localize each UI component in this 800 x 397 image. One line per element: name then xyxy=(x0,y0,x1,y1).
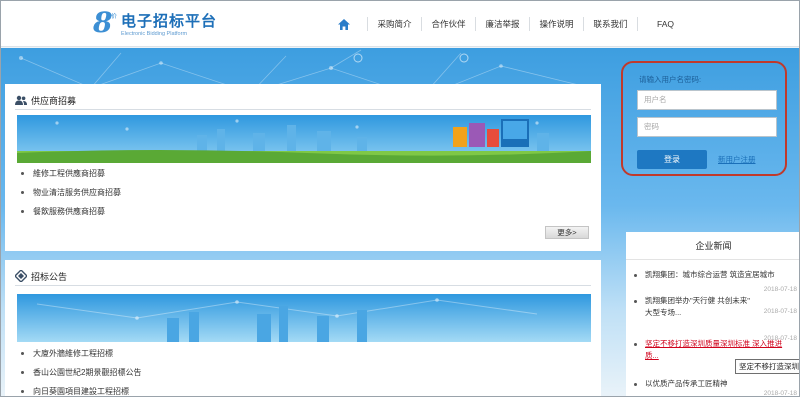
news-date: 2018-07-18 xyxy=(763,335,797,342)
news-date: 2018-07-18 xyxy=(763,308,797,315)
page: 8 价 电子招标平台 Electronic Bidding Platform 采… xyxy=(0,0,800,397)
register-link[interactable]: 新用户注册 xyxy=(718,154,756,165)
site-header: 8 价 电子招标平台 Electronic Bidding Platform 采… xyxy=(1,1,799,47)
logo-title: 电子招标平台 xyxy=(121,12,218,30)
panel-header: 招标公告 xyxy=(14,268,591,286)
list-item[interactable]: 餐飲服務供應商招募 xyxy=(21,202,121,221)
list-item[interactable]: 維修工程供應商招募 xyxy=(21,164,121,183)
list-item[interactable]: 物业清洁服务供应商招募 xyxy=(21,183,121,202)
site-logo[interactable]: 8 价 电子招标平台 Electronic Bidding Platform xyxy=(93,6,218,40)
nav-procurement-intro[interactable]: 采购简介 xyxy=(367,17,421,31)
home-icon[interactable] xyxy=(321,1,367,47)
logo-subtitle: Electronic Bidding Platform xyxy=(121,30,188,37)
nav-partners[interactable]: 合作伙伴 xyxy=(421,17,475,31)
tender-announcement-panel: 招标公告 大廈外牆維修工程招標 香山公園世紀2期景觀招標公告 向日葵園項目建設工… xyxy=(5,260,601,396)
nav-integrity-report[interactable]: 廉洁举报 xyxy=(475,17,529,31)
news-item[interactable]: 以优质产品传承工匠精神 2018-07-18 xyxy=(634,378,799,396)
supplier-recruitment-panel: 供应商招募 維修工程供應商招募 物业清洁服务供应商招募 餐飲服務供應商招募 更多… xyxy=(5,84,601,251)
news-item[interactable]: 凯翔集团举办"天行健 共创未来" 大型专场... 2018-07-18 xyxy=(634,295,799,319)
news-tooltip: 坚定不移打造深圳 xyxy=(735,359,799,374)
people-icon xyxy=(15,95,27,107)
diamond-icon xyxy=(14,268,28,284)
panel-title: 供应商招募 xyxy=(31,96,77,106)
password-input[interactable]: 密码 xyxy=(637,117,777,137)
city-banner xyxy=(17,115,591,163)
login-prompt: 请输入用户名密码: xyxy=(639,75,702,84)
list-item[interactable]: 香山公園世紀2期景觀招標公告 xyxy=(21,363,141,382)
panel-header: 供应商招募 xyxy=(15,92,591,110)
more-button[interactable]: 更多> xyxy=(545,226,589,239)
news-item[interactable]: 凯翔集团：城市综合运营 筑造宜居城市 2018-07-18 xyxy=(634,269,799,293)
nav-contact-us[interactable]: 联系我们 xyxy=(583,17,637,31)
nav-instructions[interactable]: 操作说明 xyxy=(529,17,583,31)
news-date: 2018-07-18 xyxy=(763,390,797,397)
supplier-list: 維修工程供應商招募 物业清洁服务供应商招募 餐飲服務供應商招募 xyxy=(21,164,121,221)
nav-faq[interactable]: FAQ xyxy=(637,17,693,31)
news-title: 企业新闻 xyxy=(626,232,799,260)
logo-mark: 8 价 xyxy=(93,6,118,39)
tender-list: 大廈外牆維修工程招標 香山公園世紀2期景觀招標公告 向日葵園項目建設工程招標 xyxy=(21,344,141,396)
login-box: 请输入用户名密码: 用户名 密码 登录 新用户注册 xyxy=(621,61,787,176)
username-input[interactable]: 用户名 xyxy=(637,90,777,110)
city-banner xyxy=(17,294,591,342)
main-nav: 采购简介 合作伙伴 廉洁举报 操作说明 联系我们 FAQ xyxy=(321,1,693,47)
login-button[interactable]: 登录 xyxy=(637,150,707,169)
list-item[interactable]: 大廈外牆維修工程招標 xyxy=(21,344,141,363)
panel-title: 招标公告 xyxy=(31,272,68,282)
list-item[interactable]: 向日葵園項目建設工程招標 xyxy=(21,382,141,396)
